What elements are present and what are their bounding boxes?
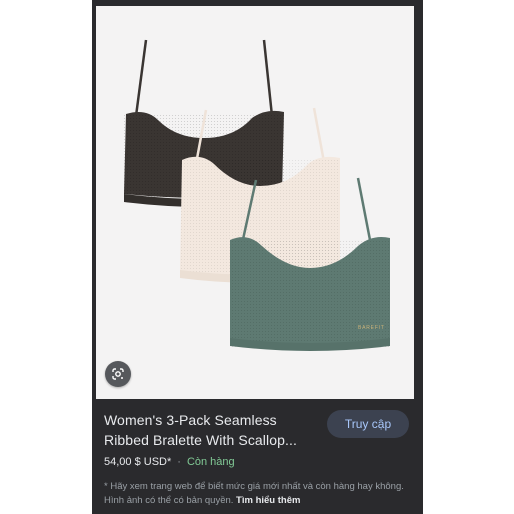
bralette-3-pack-illustration: BAREFIT (124, 39, 390, 351)
separator-dot: · (177, 456, 181, 468)
product-image[interactable]: BAREFIT (96, 6, 414, 399)
availability-status: Còn hàng (186, 456, 235, 468)
disclaimer-text: * Hãy xem trang web để biết mức giá mới … (104, 480, 409, 508)
visit-button[interactable]: Truy cập (327, 410, 409, 438)
lens-glyph (112, 368, 124, 380)
learn-more-link[interactable]: Tìm hiểu thêm (236, 495, 300, 506)
product-title[interactable]: Women's 3-Pack Seamless Ribbed Bralette … (104, 410, 319, 450)
google-lens-icon[interactable] (105, 361, 131, 387)
price: 54,00 $ USD* (104, 456, 172, 468)
image-preview-panel: BAREFIT Women's 3-Pack Seamless Ribbed B… (92, 0, 423, 514)
brand-mark: BAREFIT (358, 325, 385, 331)
price-availability-row: 54,00 $ USD* · Còn hàng (104, 456, 235, 468)
